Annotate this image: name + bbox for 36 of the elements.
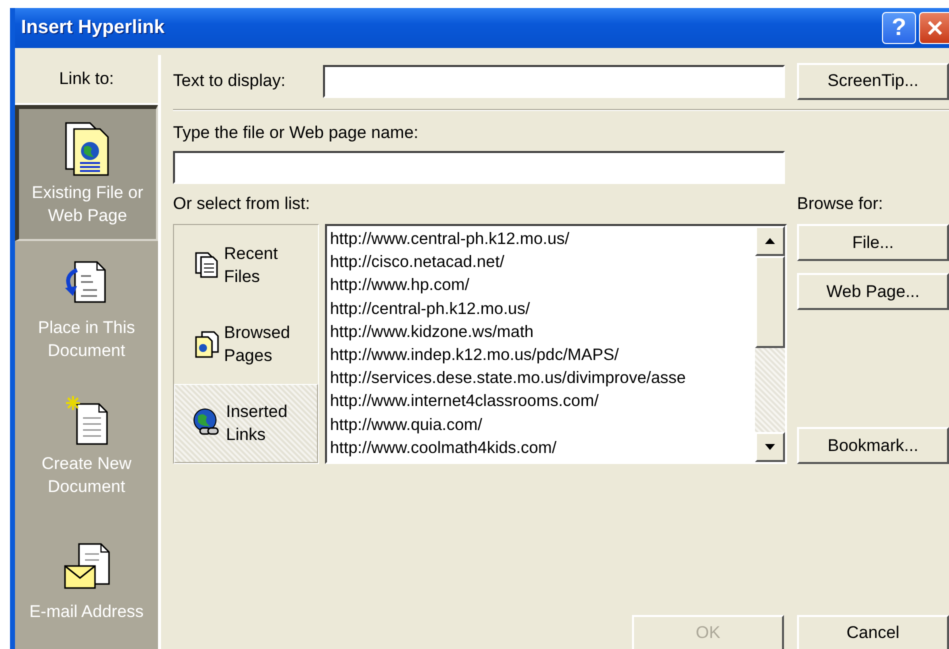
window-title: Insert Hyperlink <box>21 17 166 39</box>
scrollbar[interactable] <box>755 226 785 462</box>
web-pages-icon <box>194 330 220 358</box>
link-item[interactable]: http://www.hp.com/ <box>330 274 755 298</box>
down-arrow-icon <box>765 444 775 450</box>
list-tab[interactable]: Browsed Pages <box>174 304 318 384</box>
up-arrow-icon <box>765 238 775 244</box>
address-field[interactable] <box>173 151 785 184</box>
close-icon <box>926 19 944 37</box>
dialog-button[interactable]: Cancel <box>797 615 949 649</box>
list-tab[interactable]: Recent Files <box>174 225 318 304</box>
text-to-display-label: Text to display: <box>173 71 286 91</box>
browse-button[interactable]: File... <box>797 224 949 261</box>
address-label: Type the file or Web page name: <box>173 123 420 144</box>
scroll-down-button[interactable] <box>755 432 785 462</box>
browse-label: Browse for: <box>797 194 884 215</box>
documents-icon <box>194 250 220 279</box>
link-item[interactable]: http://www.internet4classrooms.com/ <box>330 390 755 414</box>
link-item[interactable]: http://www.quia.com/ <box>330 414 755 437</box>
link-item[interactable]: http://www.coolmath4kids.com/ <box>330 436 755 460</box>
close-button[interactable] <box>919 12 949 44</box>
link-item[interactable]: http://cisco.netacad.net/ <box>330 251 755 274</box>
scroll-up-button[interactable] <box>755 226 785 256</box>
list-tab[interactable]: Inserted Links <box>174 384 318 463</box>
link-item[interactable]: http://services.dese.state.mo.us/divimprove/asse <box>330 367 755 390</box>
link-item[interactable]: http://central-ph.k12.mo.us/ <box>330 298 755 321</box>
browse-button[interactable]: Bookmark... <box>797 427 949 464</box>
link-item[interactable]: http://www.indep.k12.mo.us/pdc/MAPS/ <box>330 344 755 368</box>
list-label: Or select from list: <box>173 194 310 215</box>
sidebar-heading: Link to: <box>59 69 114 89</box>
link-item[interactable]: http://www.central-ph.k12.mo.us/ <box>330 228 755 252</box>
browse-button[interactable]: Web Page... <box>797 273 949 310</box>
link-item[interactable]: http://www.kidzone.ws/math <box>330 320 755 344</box>
scroll-thumb[interactable] <box>755 256 785 348</box>
screentip-button[interactable]: ScreenTip... <box>797 62 949 100</box>
text-to-display-field[interactable] <box>323 64 785 98</box>
